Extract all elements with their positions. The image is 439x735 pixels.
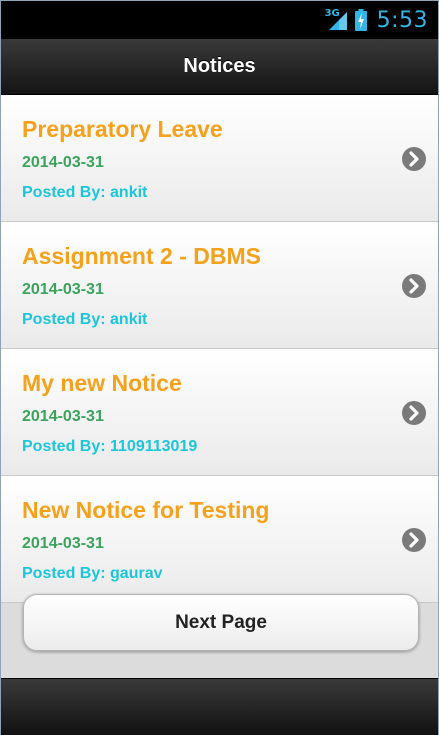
notice-posted-by: Posted By: 1109113019 [22,438,198,455]
notice-posted-by: Posted By: gaurav [22,565,163,582]
page-title: Notices [183,55,256,77]
status-bar: 3G 5:53 [1,1,438,39]
signal-3g-icon: 3G [325,8,349,32]
action-bar: Notices [1,39,438,95]
notice-title: Preparatory Leave [22,116,223,142]
notice-title: New Notice for Testing [22,497,270,523]
chevron-right-icon [402,147,426,171]
notice-list-item[interactable]: New Notice for Testing 2014-03-31 Posted… [1,476,438,603]
notice-date: 2014-03-31 [22,535,104,552]
notice-title: My new Notice [22,370,182,396]
notice-title: Assignment 2 - DBMS [22,243,261,269]
bottom-bar [1,678,438,735]
notice-posted-by: Posted By: ankit [22,184,148,201]
status-clock: 5:53 [376,7,428,33]
notice-date: 2014-03-31 [22,281,104,298]
app-window: 3G 5:53 Notices Preparatory Leave 2014-0… [0,0,439,735]
chevron-right-icon [402,401,426,425]
notice-date: 2014-03-31 [22,408,104,425]
notice-list-item[interactable]: My new Notice 2014-03-31 Posted By: 1109… [1,349,438,476]
battery-charging-icon [354,9,367,31]
chevron-right-icon [402,528,426,552]
notice-list-item[interactable]: Assignment 2 - DBMS 2014-03-31 Posted By… [1,222,438,349]
next-page-button[interactable]: Next Page [23,594,419,651]
chevron-right-icon [402,274,426,298]
notice-list-item[interactable]: Preparatory Leave 2014-03-31 Posted By: … [1,95,438,222]
notice-date: 2014-03-31 [22,154,104,171]
notice-posted-by: Posted By: ankit [22,311,148,328]
notice-list: Preparatory Leave 2014-03-31 Posted By: … [1,95,438,603]
